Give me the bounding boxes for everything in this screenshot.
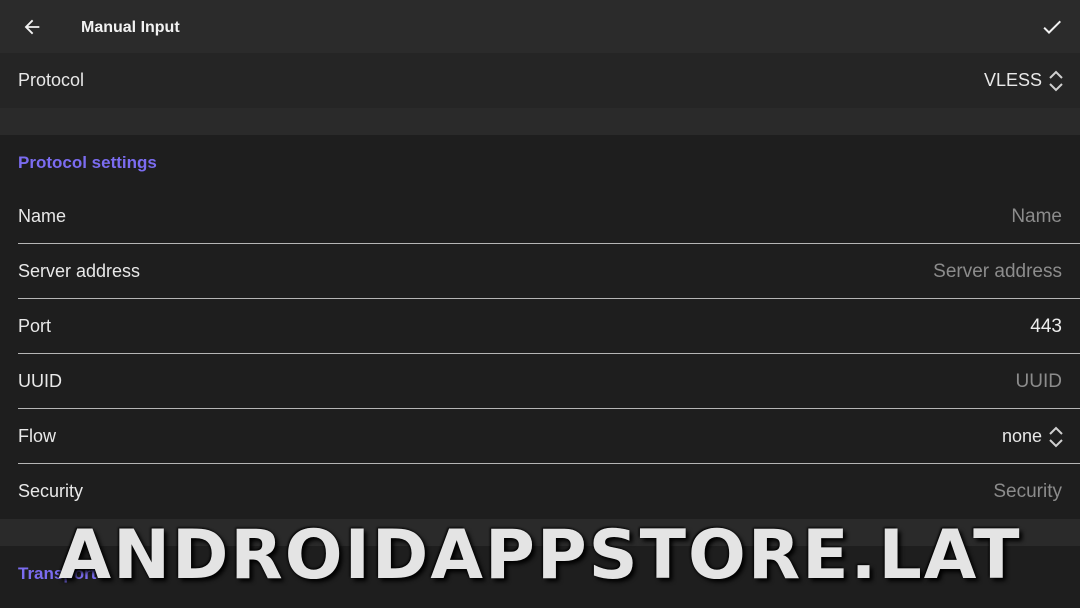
unfold-icon: [1049, 70, 1063, 91]
back-button[interactable]: [14, 9, 50, 45]
name-label: Name: [18, 206, 67, 226]
protocol-settings-title: Protocol settings: [18, 153, 157, 172]
protocol-selected-value: VLESS: [983, 70, 1042, 90]
port-label: Port: [18, 316, 52, 336]
check-icon: [1043, 20, 1061, 34]
security-label: Security: [18, 481, 84, 501]
transport-title: Transport: [18, 564, 97, 583]
protocol-select[interactable]: VLESS: [984, 53, 1066, 108]
server-address-input[interactable]: Server address: [933, 244, 1062, 299]
server-address-label: Server address: [18, 261, 141, 281]
security-input[interactable]: Security: [993, 464, 1062, 519]
app-bar: Manual Input: [0, 0, 1080, 53]
field-row-name: Name Name: [0, 189, 1080, 244]
confirm-button[interactable]: [1034, 9, 1070, 45]
field-row-uuid: UUID UUID: [0, 354, 1080, 409]
protocol-label: Protocol: [18, 70, 85, 90]
uuid-label: UUID: [18, 371, 62, 391]
arrow-left-icon: [24, 19, 40, 35]
flow-select[interactable]: none: [1002, 409, 1066, 464]
name-input[interactable]: Name: [1011, 189, 1062, 244]
page-title: Manual Input: [81, 19, 180, 36]
field-row-server-address: Server address Server address: [0, 244, 1080, 299]
flow-label: Flow: [18, 426, 57, 446]
protocol-row: Protocol VLESS: [0, 53, 1080, 108]
manual-input-screen: Manual Input Protocol VLESS Protocol set…: [0, 0, 1080, 608]
section-divider: [0, 519, 1080, 546]
flow-selected-value: none: [1001, 426, 1042, 446]
uuid-input[interactable]: UUID: [1016, 354, 1062, 409]
unfold-icon: [1049, 426, 1063, 447]
port-input[interactable]: 443: [1030, 299, 1062, 354]
field-row-flow: Flow none: [0, 409, 1080, 464]
field-row-security: Security Security: [0, 464, 1080, 519]
field-row-port: Port 443: [0, 299, 1080, 354]
section-divider: [0, 108, 1080, 135]
